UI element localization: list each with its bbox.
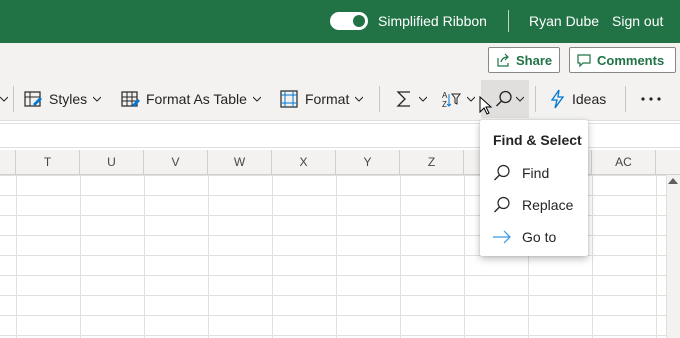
- sort-filter-icon: AZ: [442, 91, 461, 109]
- mouse-cursor-icon: [479, 96, 493, 115]
- scroll-up-arrow-icon[interactable]: [668, 178, 678, 184]
- ideas-button[interactable]: Ideas: [548, 87, 606, 111]
- chevron-down-icon: [419, 96, 427, 102]
- svg-text:Z: Z: [442, 100, 447, 109]
- share-bar: Share Comments: [0, 43, 680, 78]
- menu-item-go-to[interactable]: Go to: [480, 223, 588, 251]
- share-label: Share: [516, 52, 553, 68]
- column-header[interactable]: T: [16, 150, 80, 174]
- share-icon: [497, 53, 509, 67]
- column-header[interactable]: X: [272, 150, 336, 174]
- chevron-down-icon: [355, 96, 364, 102]
- autosum-button[interactable]: [395, 87, 427, 111]
- menu-item-label: Replace: [522, 197, 574, 213]
- menu-item-label: Go to: [522, 229, 557, 245]
- gridline: [400, 175, 401, 338]
- column-header[interactable]: V: [144, 150, 208, 174]
- share-button[interactable]: Share: [488, 47, 560, 73]
- column-header[interactable]: Y: [336, 150, 400, 174]
- gridline: [16, 175, 17, 338]
- toggle-knob: [353, 15, 365, 27]
- divider: [508, 10, 509, 32]
- gridline: [592, 175, 593, 338]
- format-label: Format: [305, 91, 350, 107]
- menu-title: Find & Select: [493, 132, 582, 148]
- ideas-label: Ideas: [572, 91, 607, 107]
- chevron-down-icon: [516, 96, 524, 102]
- search-icon: [496, 90, 512, 107]
- gridline: [272, 175, 273, 338]
- simplified-ribbon-toggle[interactable]: [330, 12, 368, 30]
- user-name[interactable]: Ryan Dube: [529, 12, 599, 30]
- simplified-ribbon-label[interactable]: Simplified Ribbon: [378, 12, 487, 30]
- gridline: [80, 175, 81, 338]
- chevron-down-icon: [252, 96, 261, 102]
- ribbon: Styles Format As Table Format AZ Ideas: [0, 78, 680, 121]
- more-options-button[interactable]: [640, 87, 662, 111]
- search-icon: [494, 196, 510, 213]
- gridline: [464, 175, 465, 338]
- lightning-icon: [550, 89, 565, 109]
- sigma-icon: [396, 91, 410, 107]
- format-button[interactable]: Format: [279, 87, 364, 111]
- arrow-right-icon: [493, 230, 511, 244]
- column-header[interactable]: Z: [400, 150, 464, 174]
- chevron-down-icon: [93, 96, 102, 102]
- gridline: [336, 175, 337, 338]
- divider: [535, 86, 536, 112]
- divider: [13, 86, 14, 112]
- format-as-table-button[interactable]: Format As Table: [120, 87, 261, 111]
- comments-label: Comments: [597, 52, 665, 68]
- gridline: [144, 175, 145, 338]
- ellipsis-icon: [641, 97, 661, 101]
- comments-button[interactable]: Comments: [569, 47, 676, 73]
- menu-item-find[interactable]: Find: [480, 159, 588, 187]
- comment-icon: [577, 54, 591, 68]
- find-select-menu: Find & Select Find Replace Go to: [480, 120, 588, 256]
- cell-styles-icon: [24, 91, 42, 107]
- column-header[interactable]: AC: [592, 150, 656, 174]
- divider: [379, 86, 380, 112]
- table-format-icon: [121, 91, 140, 107]
- divider: [625, 86, 626, 112]
- column-header[interactable]: W: [208, 150, 272, 174]
- chevron-down-icon: [467, 96, 475, 102]
- svg-text:A: A: [442, 91, 448, 100]
- styles-button[interactable]: Styles: [23, 87, 102, 111]
- menu-item-label: Find: [522, 165, 550, 181]
- menu-item-replace[interactable]: Replace: [480, 191, 588, 219]
- sort-filter-button[interactable]: AZ: [441, 87, 475, 111]
- sign-out-link[interactable]: Sign out: [612, 12, 663, 30]
- title-bar: Simplified Ribbon Ryan Dube Sign out: [0, 0, 680, 43]
- format-as-table-label: Format As Table: [146, 91, 247, 107]
- chevron-down-icon[interactable]: [0, 95, 8, 103]
- vertical-scrollbar[interactable]: [666, 175, 680, 338]
- format-cells-icon: [280, 90, 298, 108]
- search-icon: [494, 164, 510, 181]
- styles-label: Styles: [49, 91, 88, 107]
- gridline: [208, 175, 209, 338]
- gridline: [656, 175, 657, 338]
- column-header[interactable]: U: [80, 150, 144, 174]
- column-header-partial[interactable]: [0, 150, 16, 174]
